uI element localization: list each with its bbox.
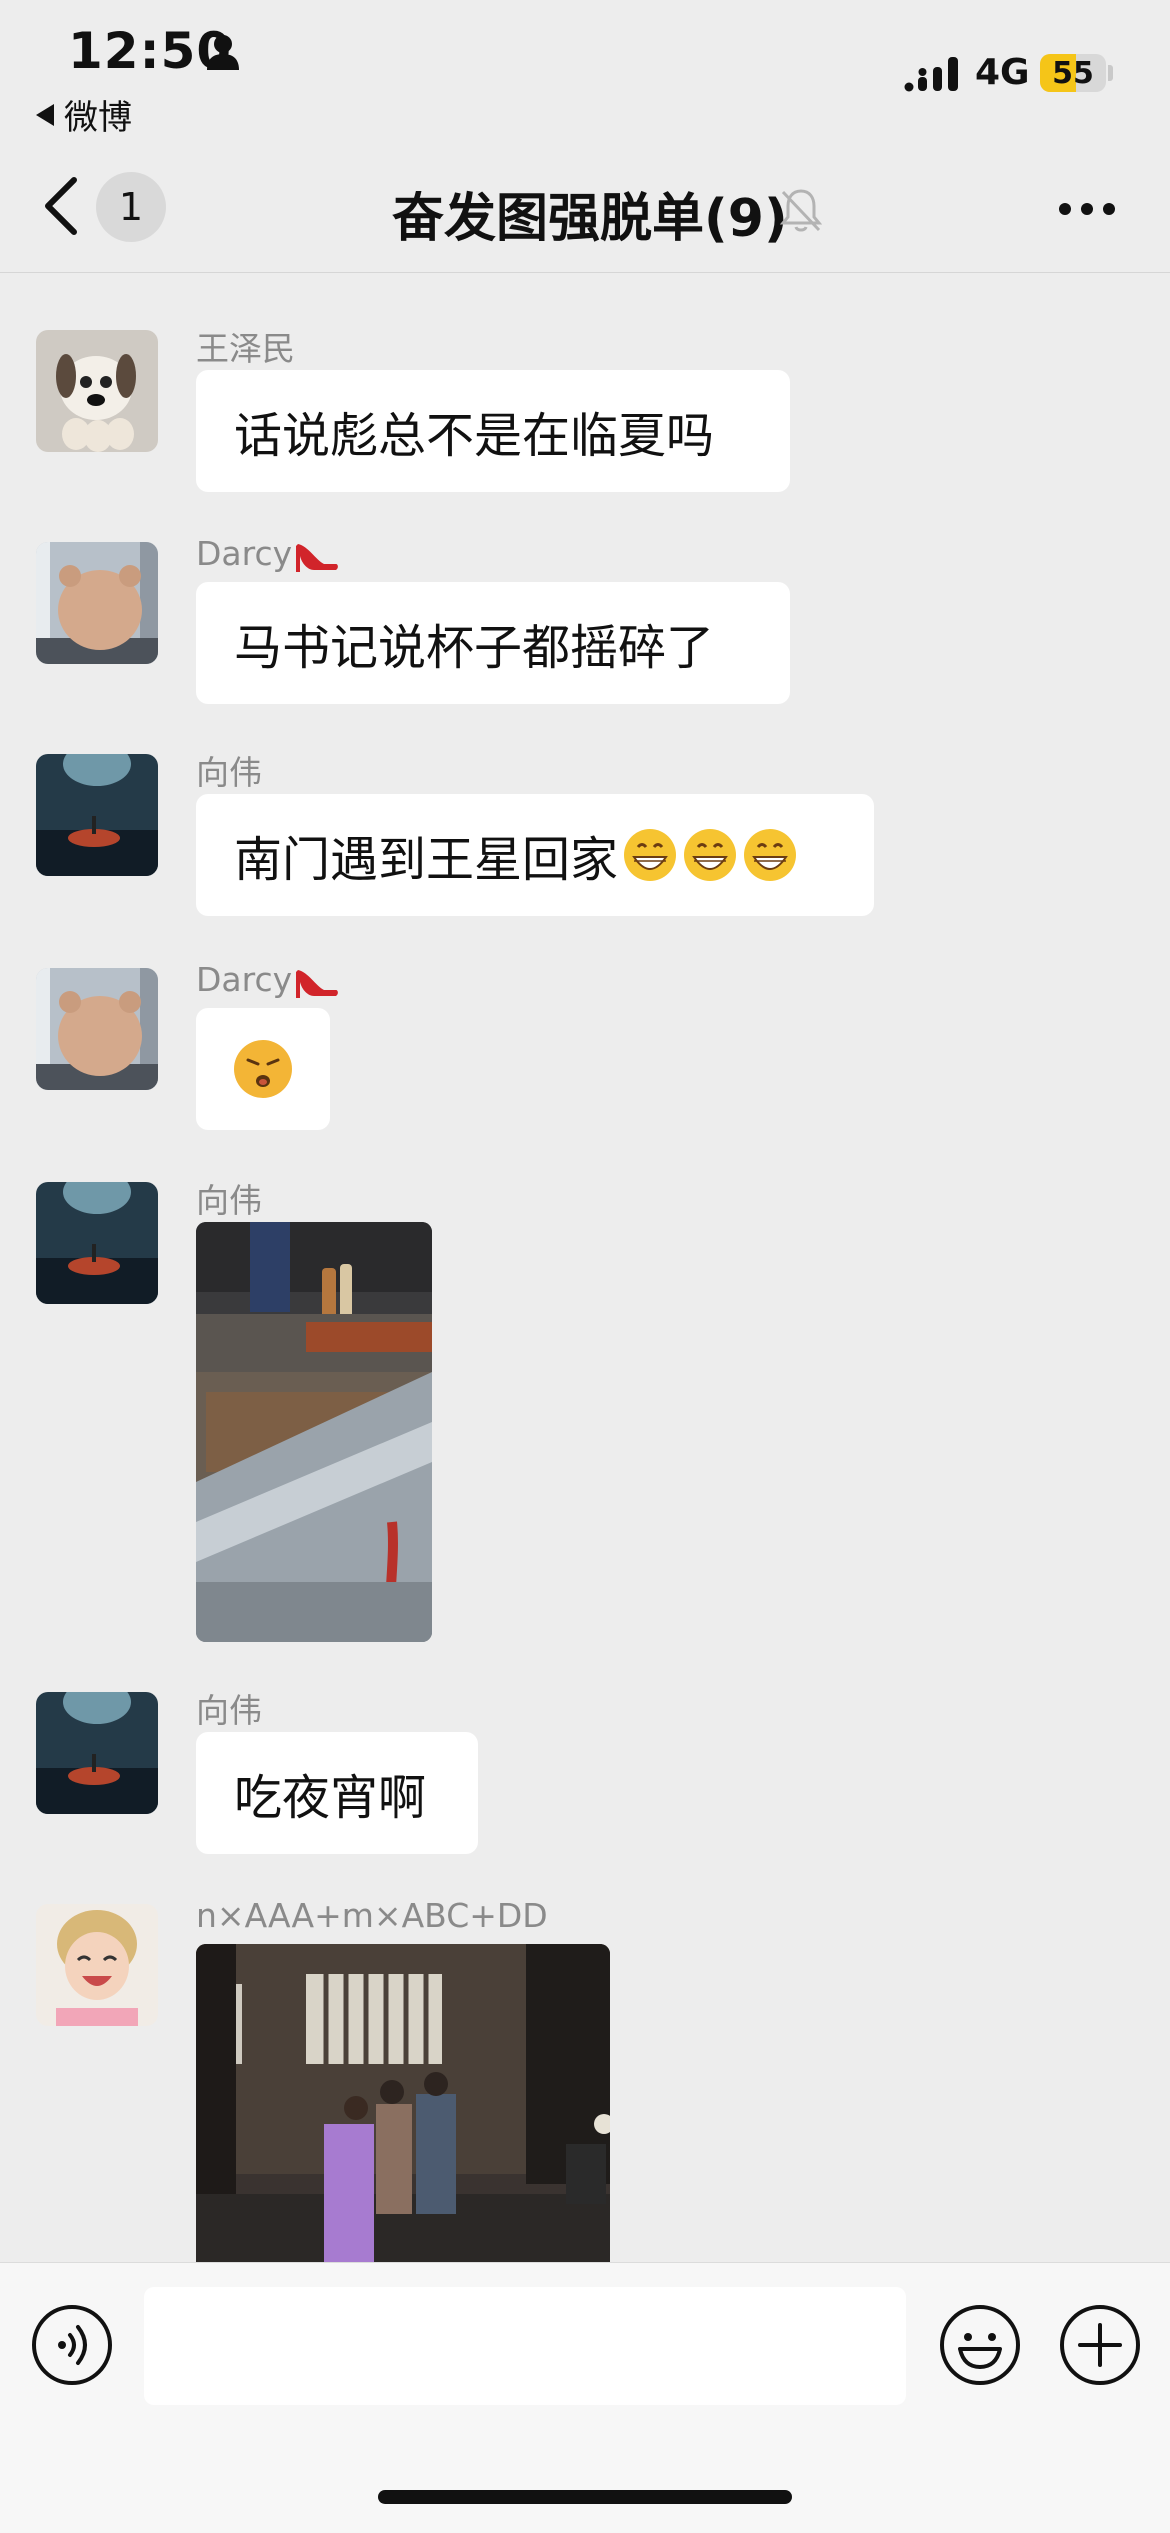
back-app-label: 微博 (64, 98, 132, 138)
back-chevron-icon[interactable] (38, 176, 84, 236)
avatar[interactable] (36, 1904, 158, 2026)
high-heel-icon (296, 969, 339, 998)
sender-name: 王泽民 (196, 329, 295, 368)
home-indicator (378, 2490, 792, 2504)
sender-name: 向伟 (196, 753, 262, 792)
sender-name: Darcy (196, 960, 340, 1000)
emoji-icon[interactable] (938, 2303, 1022, 2387)
text-bubble[interactable]: 吃夜宵啊 (196, 1732, 478, 1854)
plus-icon[interactable] (1058, 2303, 1142, 2387)
avatar[interactable] (36, 754, 158, 876)
chat-nav-bar: 1 奋发图强脱单(9) (0, 140, 1170, 273)
sender-name-text: Darcy (196, 960, 293, 999)
battery-icon: 55 (1040, 54, 1106, 92)
person-icon (207, 35, 239, 70)
mute-bell-icon (780, 189, 822, 232)
sender-name: 向伟 (196, 1181, 262, 1220)
text-bubble[interactable]: 南门遇到王星回家 (196, 794, 874, 916)
more-icon[interactable] (1058, 202, 1116, 216)
unread-badge[interactable]: 1 (96, 172, 166, 242)
chat-title: 奋发图强脱单(9) (392, 189, 788, 249)
high-heel-icon (296, 543, 339, 572)
pouting-face-icon (234, 1040, 292, 1098)
battery-nub (1108, 65, 1113, 81)
avatar[interactable] (36, 542, 158, 664)
avatar[interactable] (36, 1692, 158, 1814)
night-street-photo[interactable] (196, 1944, 610, 2262)
grinning-face-icon (744, 829, 797, 881)
message-input[interactable] (144, 2287, 906, 2405)
sender-name: n×AAA+m×ABC+DD (196, 1896, 548, 1935)
grinning-face-icon (624, 829, 677, 881)
back-triangle-icon (36, 103, 54, 126)
battery-level: 55 (1052, 55, 1094, 91)
sender-name: Darcy (196, 534, 340, 574)
status-bar: 12:50 微博 4G 55 (0, 0, 1170, 140)
grinning-face-icon (684, 829, 737, 881)
bubble-text: 南门遇到王星回家 (234, 832, 619, 888)
text-bubble[interactable]: 话说彪总不是在临夏吗 (196, 370, 790, 492)
avatar[interactable] (36, 968, 158, 1090)
avatar[interactable] (36, 330, 158, 452)
signal-icon (904, 57, 958, 92)
sender-name: 向伟 (196, 1691, 262, 1730)
avatar[interactable] (36, 1182, 158, 1304)
network-type: 4G (975, 52, 1030, 93)
sticker-bubble[interactable] (196, 1008, 330, 1130)
voice-icon[interactable] (30, 2303, 114, 2387)
sender-name-text: Darcy (196, 534, 293, 573)
text-bubble[interactable]: 马书记说杯子都摇碎了 (196, 582, 790, 704)
back-to-app[interactable]: 微博 (36, 90, 132, 139)
food-stall-photo[interactable] (196, 1222, 432, 1642)
